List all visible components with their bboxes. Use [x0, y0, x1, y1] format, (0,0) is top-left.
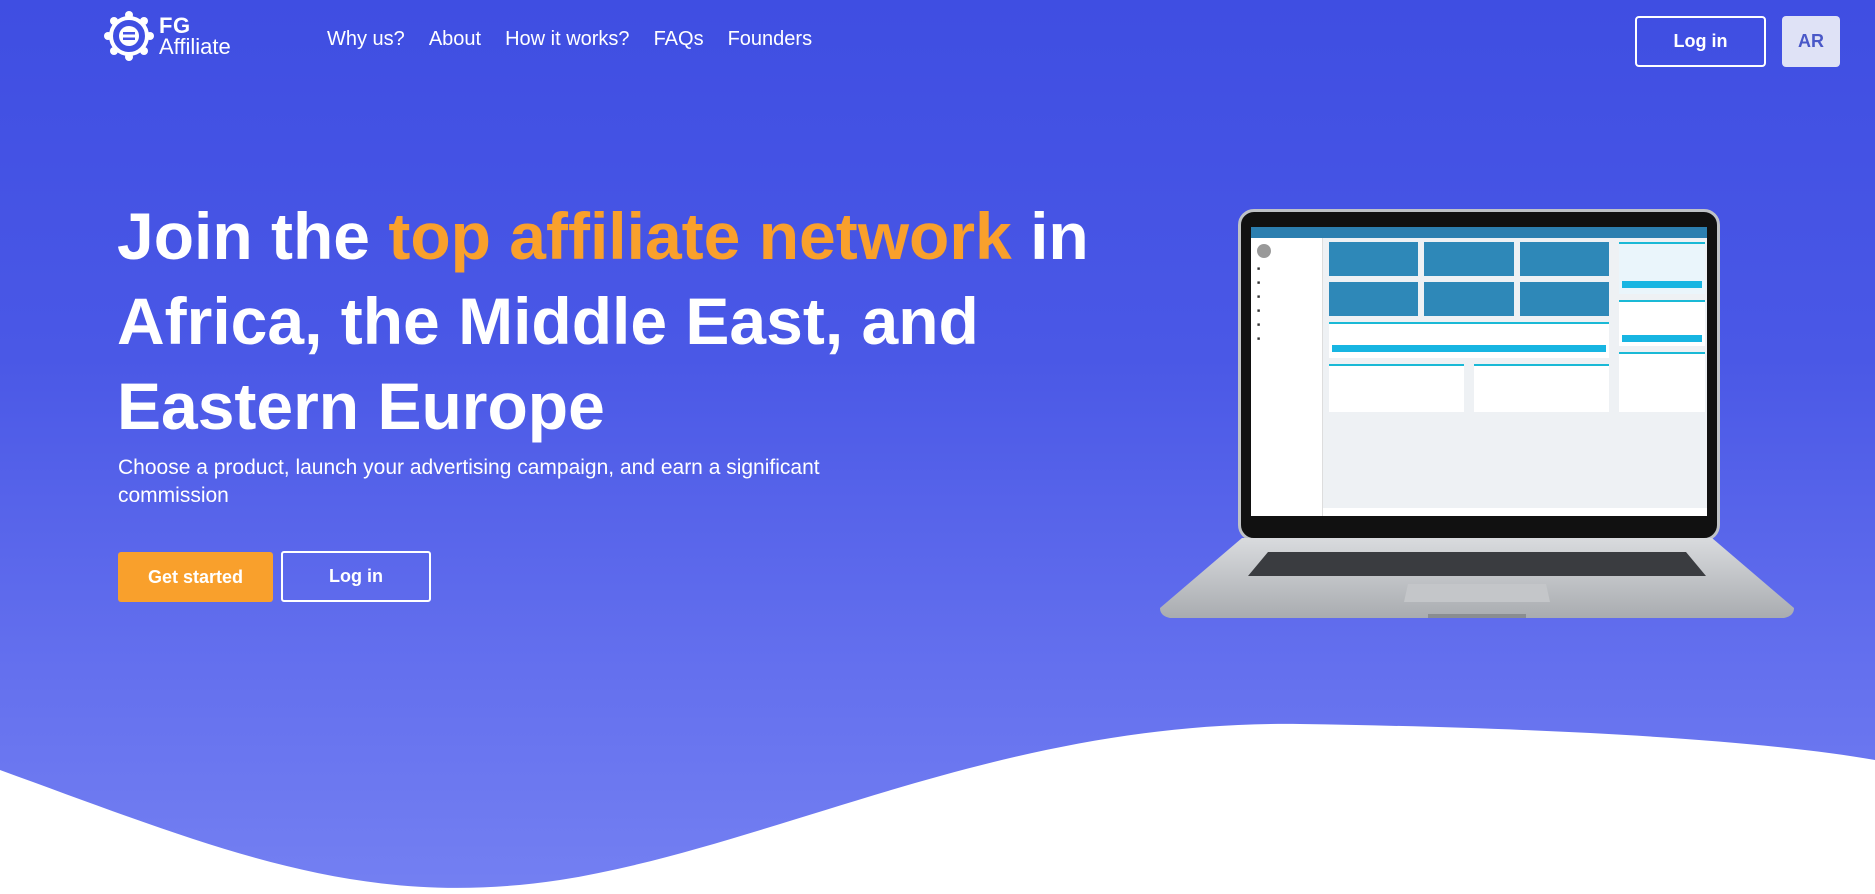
- screen-news-panel: [1329, 322, 1609, 358]
- screen-tile: [1329, 242, 1419, 276]
- bottom-wave: [0, 723, 1875, 894]
- screen-tile: [1424, 242, 1514, 276]
- nav-how-it-works[interactable]: How it works?: [505, 28, 629, 51]
- screen-sidebar-item: ■: [1257, 322, 1261, 328]
- screen-account-box: [1619, 300, 1705, 346]
- screen-offers-panel: [1474, 364, 1609, 412]
- nav-why-us[interactable]: Why us?: [327, 28, 405, 51]
- hero-title-part1: Join the: [117, 199, 389, 273]
- screen-footer: [1323, 508, 1707, 516]
- hero-title: Join the top affiliate network in Africa…: [117, 194, 1107, 449]
- screen-topbar: [1251, 227, 1707, 238]
- main-nav: Why us? About How it works? FAQs Founder…: [327, 28, 812, 51]
- screen-support-box: [1619, 242, 1705, 294]
- screen-tiles: [1329, 242, 1609, 316]
- logo-icon: [104, 11, 154, 61]
- header-login-button[interactable]: Log in: [1635, 16, 1766, 67]
- laptop-lid: ■ ■ ■ ■ ■ ■: [1238, 209, 1720, 541]
- logo-line2: Affiliate: [159, 34, 231, 59]
- nav-faqs[interactable]: FAQs: [654, 28, 704, 51]
- hero-subtitle: Choose a product, launch your advertisin…: [118, 456, 820, 507]
- screen-sidebar-item: ■: [1257, 294, 1261, 300]
- language-button[interactable]: AR: [1782, 16, 1840, 67]
- nav-founders[interactable]: Founders: [728, 28, 813, 51]
- screen-right-column: [1619, 242, 1705, 418]
- screen-sidebar-item: ■: [1257, 308, 1261, 314]
- screen-tile: [1519, 242, 1609, 276]
- logo-line1: FG: [159, 13, 191, 38]
- screen-main: [1329, 242, 1609, 412]
- screen-help-box: [1619, 352, 1705, 412]
- laptop-illustration: ■ ■ ■ ■ ■ ■: [1158, 206, 1796, 624]
- screen-avatar: [1257, 244, 1271, 258]
- screen-tile: [1424, 282, 1514, 316]
- hero-title-accent: top affiliate network: [388, 199, 1012, 273]
- logo[interactable]: FG Affiliate: [103, 10, 231, 62]
- screen-tile: [1329, 282, 1419, 316]
- logo-text: FG Affiliate: [159, 13, 231, 59]
- screen-offers-panel: [1329, 364, 1464, 412]
- laptop-screen: ■ ■ ■ ■ ■ ■: [1251, 227, 1707, 516]
- screen-tile: [1519, 282, 1609, 316]
- get-started-button[interactable]: Get started: [118, 552, 273, 602]
- screen-sidebar-item: ■: [1257, 280, 1261, 286]
- nav-about[interactable]: About: [429, 28, 481, 51]
- screen-sidebar-item: ■: [1257, 336, 1261, 342]
- laptop-base: [1160, 538, 1794, 618]
- screen-sidebar-item: ■: [1257, 266, 1261, 272]
- screen-sidebar: ■ ■ ■ ■ ■ ■: [1251, 238, 1323, 516]
- hero-login-button[interactable]: Log in: [281, 551, 431, 602]
